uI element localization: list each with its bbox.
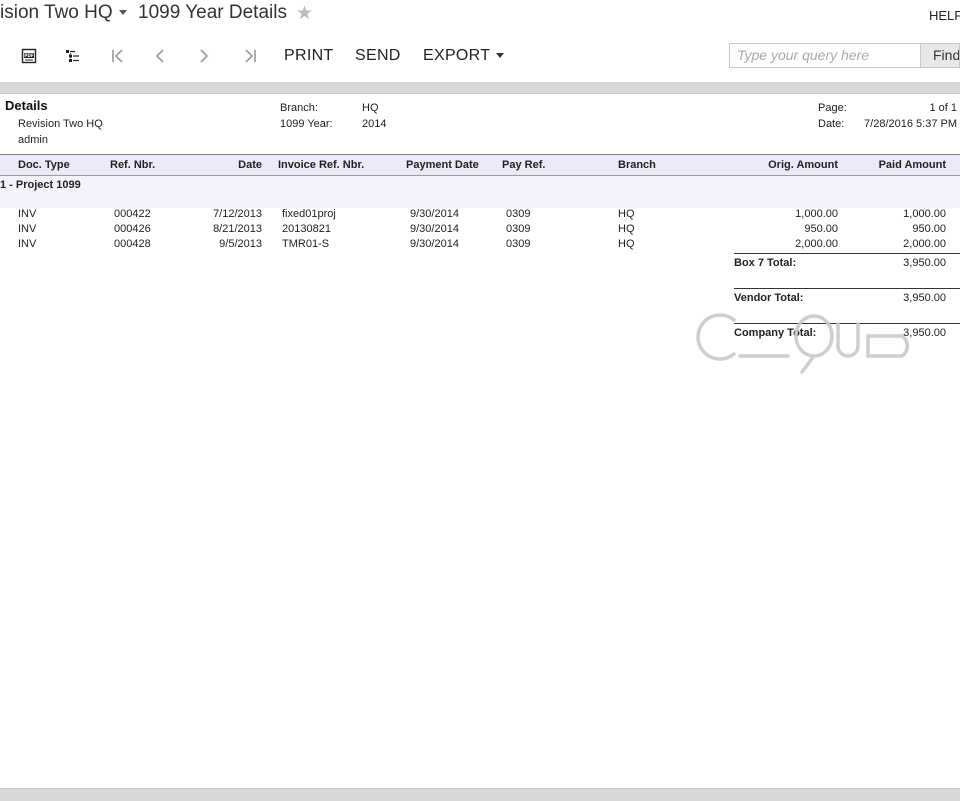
branch-value: HQ [362,102,379,114]
chevron-down-icon [496,53,505,59]
vendor-total-value: 3,950.00 [903,292,946,304]
find-button[interactable]: Find [921,43,960,68]
box7-total-label: Box 7 Total: [734,257,797,269]
year-label: 1099 Year: [280,118,333,130]
company-dropdown-icon[interactable] [119,10,127,15]
vendor-total-label: Vendor Total: [734,292,804,304]
vendor-total-rule [734,288,960,289]
star-icon[interactable]: ★ [296,2,313,25]
group-band [0,176,960,208]
table-row: INV 000422 7/12/2013 fixed01proj 9/30/20… [0,208,960,223]
report-user: admin [18,134,48,146]
document-outline-icon[interactable] [61,44,85,68]
cell-payment-date: 9/30/2014 [410,208,459,220]
cell-invoice-ref: 20130821 [282,223,331,235]
cell-invoice-ref: TMR01-S [282,238,330,250]
search-box [729,43,921,68]
help-link[interactable]: HELF [929,8,960,23]
group-label: 1 - Project 1099 [0,179,81,191]
table-row: INV 000428 9/5/2013 TMR01-S 9/30/2014 03… [0,238,960,253]
cloud-watermark-logo [696,313,910,374]
report-title: Details [5,98,48,113]
cell-pay-ref: 0309 [506,223,531,235]
bottom-scrollbar[interactable] [0,788,960,801]
previous-page-icon[interactable] [148,44,172,68]
cell-orig-amount: 2,000.00 [795,238,838,250]
cell-doc-type: INV [18,223,37,235]
cell-branch: HQ [618,208,635,220]
date-label: Date: [818,118,845,130]
search-input[interactable] [730,44,921,66]
cell-invoice-ref: fixed01proj [282,208,336,220]
export-label: EXPORT [423,47,491,64]
last-page-icon[interactable] [238,44,262,68]
export-button[interactable]: EXPORT [423,47,505,65]
company-title[interactable]: ision Two HQ [0,2,113,24]
title-bar: ision Two HQ 1099 Year Details ★ HELF [0,0,960,30]
col-date: Date [238,159,262,171]
col-branch: Branch [618,159,656,171]
cell-doc-type: INV [18,208,37,220]
col-ref-nbr: Ref. Nbr. [110,159,156,171]
col-doc-type: Doc. Type [18,159,70,171]
next-page-icon[interactable] [192,44,216,68]
cell-payment-date: 9/30/2014 [410,223,459,235]
cell-branch: HQ [618,223,635,235]
cell-ref-nbr: 000422 [114,208,151,220]
branch-label: Branch: [280,102,318,114]
date-value: 7/28/2016 5:37 PM [864,118,957,130]
screen-title: 1099 Year Details [138,2,287,23]
svg-text:PDF: PDF [24,53,34,58]
col-invoice-ref: Invoice Ref. Nbr. [278,159,365,171]
table-row: INV 000426 8/21/2013 20130821 9/30/2014 … [0,223,960,238]
cell-date: 7/12/2013 [213,208,262,220]
cell-paid-amount: 1,000.00 [903,208,946,220]
print-button[interactable]: PRINT [284,47,334,65]
col-payment-date: Payment Date [406,159,479,171]
cell-date: 8/21/2013 [213,223,262,235]
cell-pay-ref: 0309 [506,238,531,250]
cell-payment-date: 9/30/2014 [410,238,459,250]
col-pay-ref: Pay Ref. [502,159,546,171]
box7-total-rule [734,253,960,254]
cell-date: 9/5/2013 [219,238,262,250]
cell-paid-amount: 2,000.00 [903,238,946,250]
cell-ref-nbr: 000428 [114,238,151,250]
first-page-icon[interactable] [106,44,130,68]
cell-branch: HQ [618,238,635,250]
cell-ref-nbr: 000426 [114,223,151,235]
cell-paid-amount: 950.00 [912,223,946,235]
cell-orig-amount: 950.00 [804,223,838,235]
pdf-icon[interactable]: PDF [17,44,41,68]
cell-orig-amount: 1,000.00 [795,208,838,220]
page-label: Page: [818,102,847,114]
col-paid-amount: Paid Amount [878,159,946,171]
box7-total-value: 3,950.00 [903,257,946,269]
cell-pay-ref: 0309 [506,208,531,220]
page-value: 1 of 1 [929,102,957,114]
year-value: 2014 [362,118,387,130]
report-company: Revision Two HQ [18,118,103,130]
toolbar-separator [0,82,960,94]
col-orig-amount: Orig. Amount [768,159,838,171]
send-button[interactable]: SEND [355,47,401,65]
cell-doc-type: INV [18,238,37,250]
